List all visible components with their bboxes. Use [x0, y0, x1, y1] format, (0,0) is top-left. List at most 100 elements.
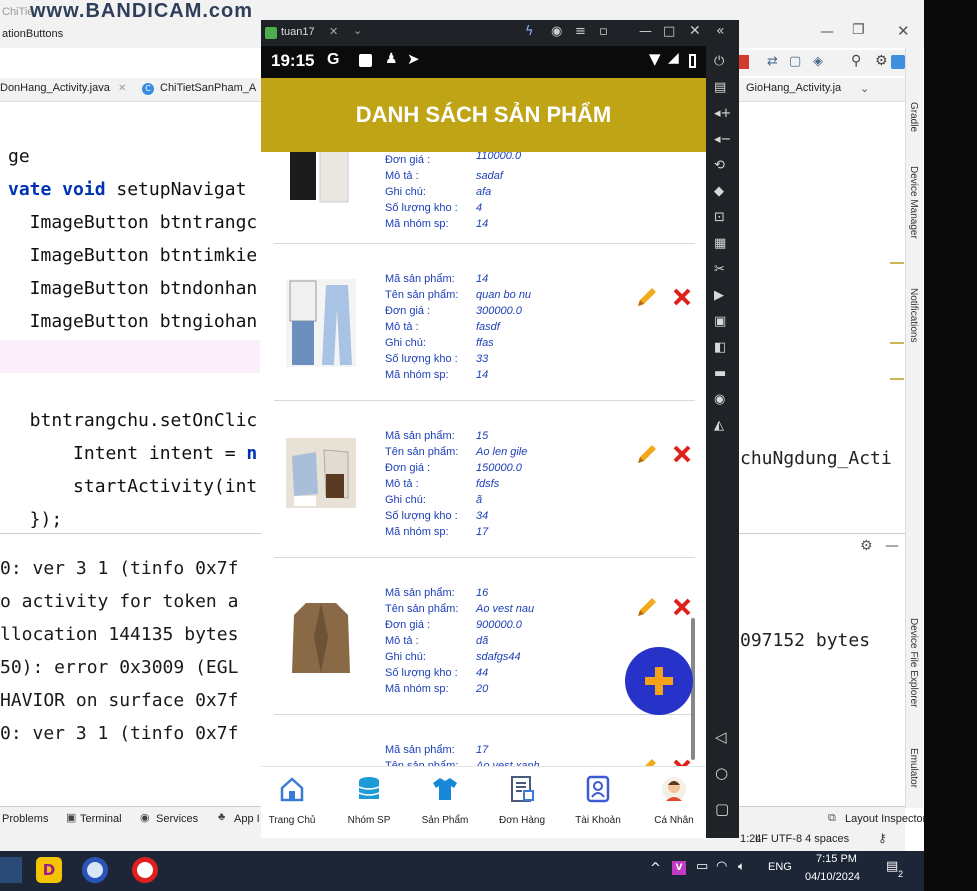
hide-panel-icon[interactable]: — — [885, 538, 899, 554]
services-tab[interactable]: Services — [156, 813, 198, 825]
start-icon[interactable] — [0, 857, 22, 883]
database-icon — [358, 777, 380, 799]
rotate-right-icon[interactable]: ◆ — [714, 184, 724, 199]
tab-chitietsanpham[interactable]: ChiTietSanPham_A — [160, 82, 256, 94]
code-text: Intent intent = — [8, 443, 247, 464]
restore-icon[interactable]: ❐ — [852, 22, 865, 38]
location-icon[interactable]: ◉ — [714, 392, 725, 407]
nav-ca-nhan[interactable]: Cá Nhân — [639, 773, 706, 833]
console-line: llocation 144135 bytes — [0, 624, 239, 645]
minimize-icon[interactable]: — — [820, 24, 834, 40]
close-icon[interactable]: ✕ — [689, 23, 701, 39]
volume-icon[interactable]: 🔈︎ — [738, 859, 745, 874]
nav-tai-khoan[interactable]: Tài Khoản — [563, 773, 633, 833]
chevron-up-icon[interactable]: ^ — [650, 861, 661, 876]
product-card[interactable]: Mã sản phẩm: 15 Tên sản phẩm: Ao len gil… — [274, 402, 695, 558]
close-icon[interactable]: ✕ — [897, 22, 910, 40]
volume-down-icon[interactable]: ◂− — [714, 132, 731, 147]
description-label: Mô tả : — [385, 321, 419, 333]
cut-icon[interactable]: ✂ — [714, 262, 725, 277]
stop-icon[interactable] — [739, 55, 749, 69]
product-card[interactable]: Đơn giá : 110000.0 Mô tả : sadaf Ghi chú… — [274, 152, 695, 244]
collapse-icon[interactable]: « — [716, 23, 725, 39]
snapshot-icon[interactable]: ◧ — [714, 340, 726, 355]
minimize-icon[interactable]: — — [639, 24, 652, 39]
browser-icon[interactable] — [82, 857, 108, 883]
sync-icon[interactable]: ⇄ — [767, 54, 778, 69]
sdk-icon[interactable]: ◈ — [813, 54, 823, 69]
emulator-tool[interactable]: Emulator — [908, 748, 919, 788]
chevron-down-icon[interactable]: ⌄ — [353, 24, 362, 37]
console-text: 097152 bytes — [740, 630, 871, 651]
group-value: 17 — [476, 526, 489, 538]
nav-san-pham[interactable]: Sản Phẩm — [410, 773, 480, 833]
problems-tab[interactable]: Problems — [2, 813, 48, 825]
note-label: Ghi chú: — [385, 651, 426, 663]
chevron-down-icon[interactable]: ⌄ — [860, 82, 869, 95]
keypad-icon[interactable]: ▦ — [714, 236, 726, 251]
search-icon[interactable]: ⚲ — [851, 53, 861, 69]
tab-donhang[interactable]: DonHang_Activity.java — [0, 82, 110, 94]
note-label: Ghi chú: — [385, 186, 426, 198]
folder-icon[interactable]: ▣ — [714, 314, 726, 329]
overview-icon[interactable]: ▢ — [715, 800, 729, 818]
menu-icon[interactable]: ≡ — [575, 24, 586, 39]
clock-time[interactable]: 7:15 PM — [816, 853, 857, 865]
restore-icon[interactable]: □ — [663, 24, 675, 39]
window-icon[interactable]: ▫ — [599, 24, 608, 39]
google-icon: G — [327, 51, 340, 68]
folder-icon[interactable]: ▬ — [714, 366, 726, 381]
power-icon[interactable]: ⏻ — [714, 54, 724, 69]
product-card[interactable]: Mã sản phẩm: 14 Tên sản phẩm: quan bo nu… — [274, 245, 695, 401]
nav-don-hang[interactable]: Đơn Hàng — [487, 773, 557, 833]
settings-gear-icon[interactable]: ⚙ — [875, 53, 888, 69]
edit-pencil-icon[interactable] — [635, 285, 659, 309]
wifi-icon[interactable]: ◠ — [716, 859, 727, 874]
tab-close-icon[interactable]: ✕ — [329, 25, 338, 38]
encoding-status[interactable]: LF UTF-8 4 spaces — [755, 833, 849, 845]
notification-center-icon[interactable]: ▤ — [886, 859, 898, 874]
more-icon[interactable]: ◭ — [714, 418, 724, 433]
tray-app-icon[interactable]: V — [672, 861, 686, 875]
volume-up-icon[interactable]: ◂+ — [714, 106, 731, 121]
screenshot-icon[interactable]: ⊡ — [714, 210, 725, 225]
lock-icon[interactable]: ⚷ — [878, 831, 887, 845]
battery-icon[interactable]: ▭ — [696, 859, 708, 874]
rotate-icon[interactable]: ⟲ — [714, 158, 725, 173]
edit-pencil-icon[interactable] — [635, 442, 659, 466]
avatar[interactable] — [891, 55, 905, 69]
back-icon[interactable]: ◁ — [715, 728, 727, 746]
delete-x-icon[interactable] — [672, 597, 692, 617]
power-bolt-icon[interactable]: ϟ — [525, 24, 534, 39]
app-inspection-tab[interactable]: App I — [234, 813, 260, 825]
delete-x-icon[interactable] — [672, 287, 692, 307]
layout-inspector-tab[interactable]: Layout Inspector — [845, 813, 926, 825]
nav-trang-chu[interactable]: Trang Chủ — [261, 773, 327, 833]
nav-nhom-sp[interactable]: Nhóm SP — [334, 773, 404, 833]
console-line: 0: ver 3 1 (tinfo 0x7f — [0, 723, 239, 744]
record-icon[interactable] — [132, 857, 158, 883]
settings-gear-icon[interactable]: ⚙ — [860, 538, 873, 554]
edit-pencil-icon[interactable] — [635, 595, 659, 619]
app-icon[interactable]: D — [36, 857, 62, 883]
nav-label: Đơn Hàng — [498, 815, 546, 826]
tab-giohang[interactable]: GioHang_Activity.ja — [746, 82, 841, 94]
delete-x-icon[interactable] — [672, 444, 692, 464]
gradle-tool[interactable]: Gradle — [908, 102, 919, 132]
terminal-tab[interactable]: Terminal — [80, 813, 122, 825]
device-icon[interactable]: ▢ — [789, 54, 801, 69]
device-file-explorer-tool[interactable]: Device File Explorer — [908, 618, 919, 707]
notifications-tool[interactable]: Notifications — [908, 288, 919, 342]
tab-close-icon[interactable]: ✕ — [118, 83, 126, 94]
android-status-bar: 19:15 G ♟ ➤ ▼ ◢ — [261, 46, 706, 78]
record-icon[interactable]: ◉ — [551, 24, 562, 39]
menu-icon[interactable]: ▤ — [714, 80, 726, 95]
group-value: 20 — [476, 683, 489, 695]
home-icon[interactable]: ○ — [715, 764, 728, 782]
clock-date[interactable]: 04/10/2024 — [805, 871, 860, 883]
device-manager-tool[interactable]: Device Manager — [908, 166, 919, 239]
product-list[interactable]: Đơn giá : 110000.0 Mô tả : sadaf Ghi chú… — [269, 152, 695, 822]
camera-icon[interactable]: ▶ — [714, 288, 724, 303]
input-language[interactable]: ENG — [768, 861, 792, 873]
add-product-fab[interactable] — [625, 647, 693, 715]
